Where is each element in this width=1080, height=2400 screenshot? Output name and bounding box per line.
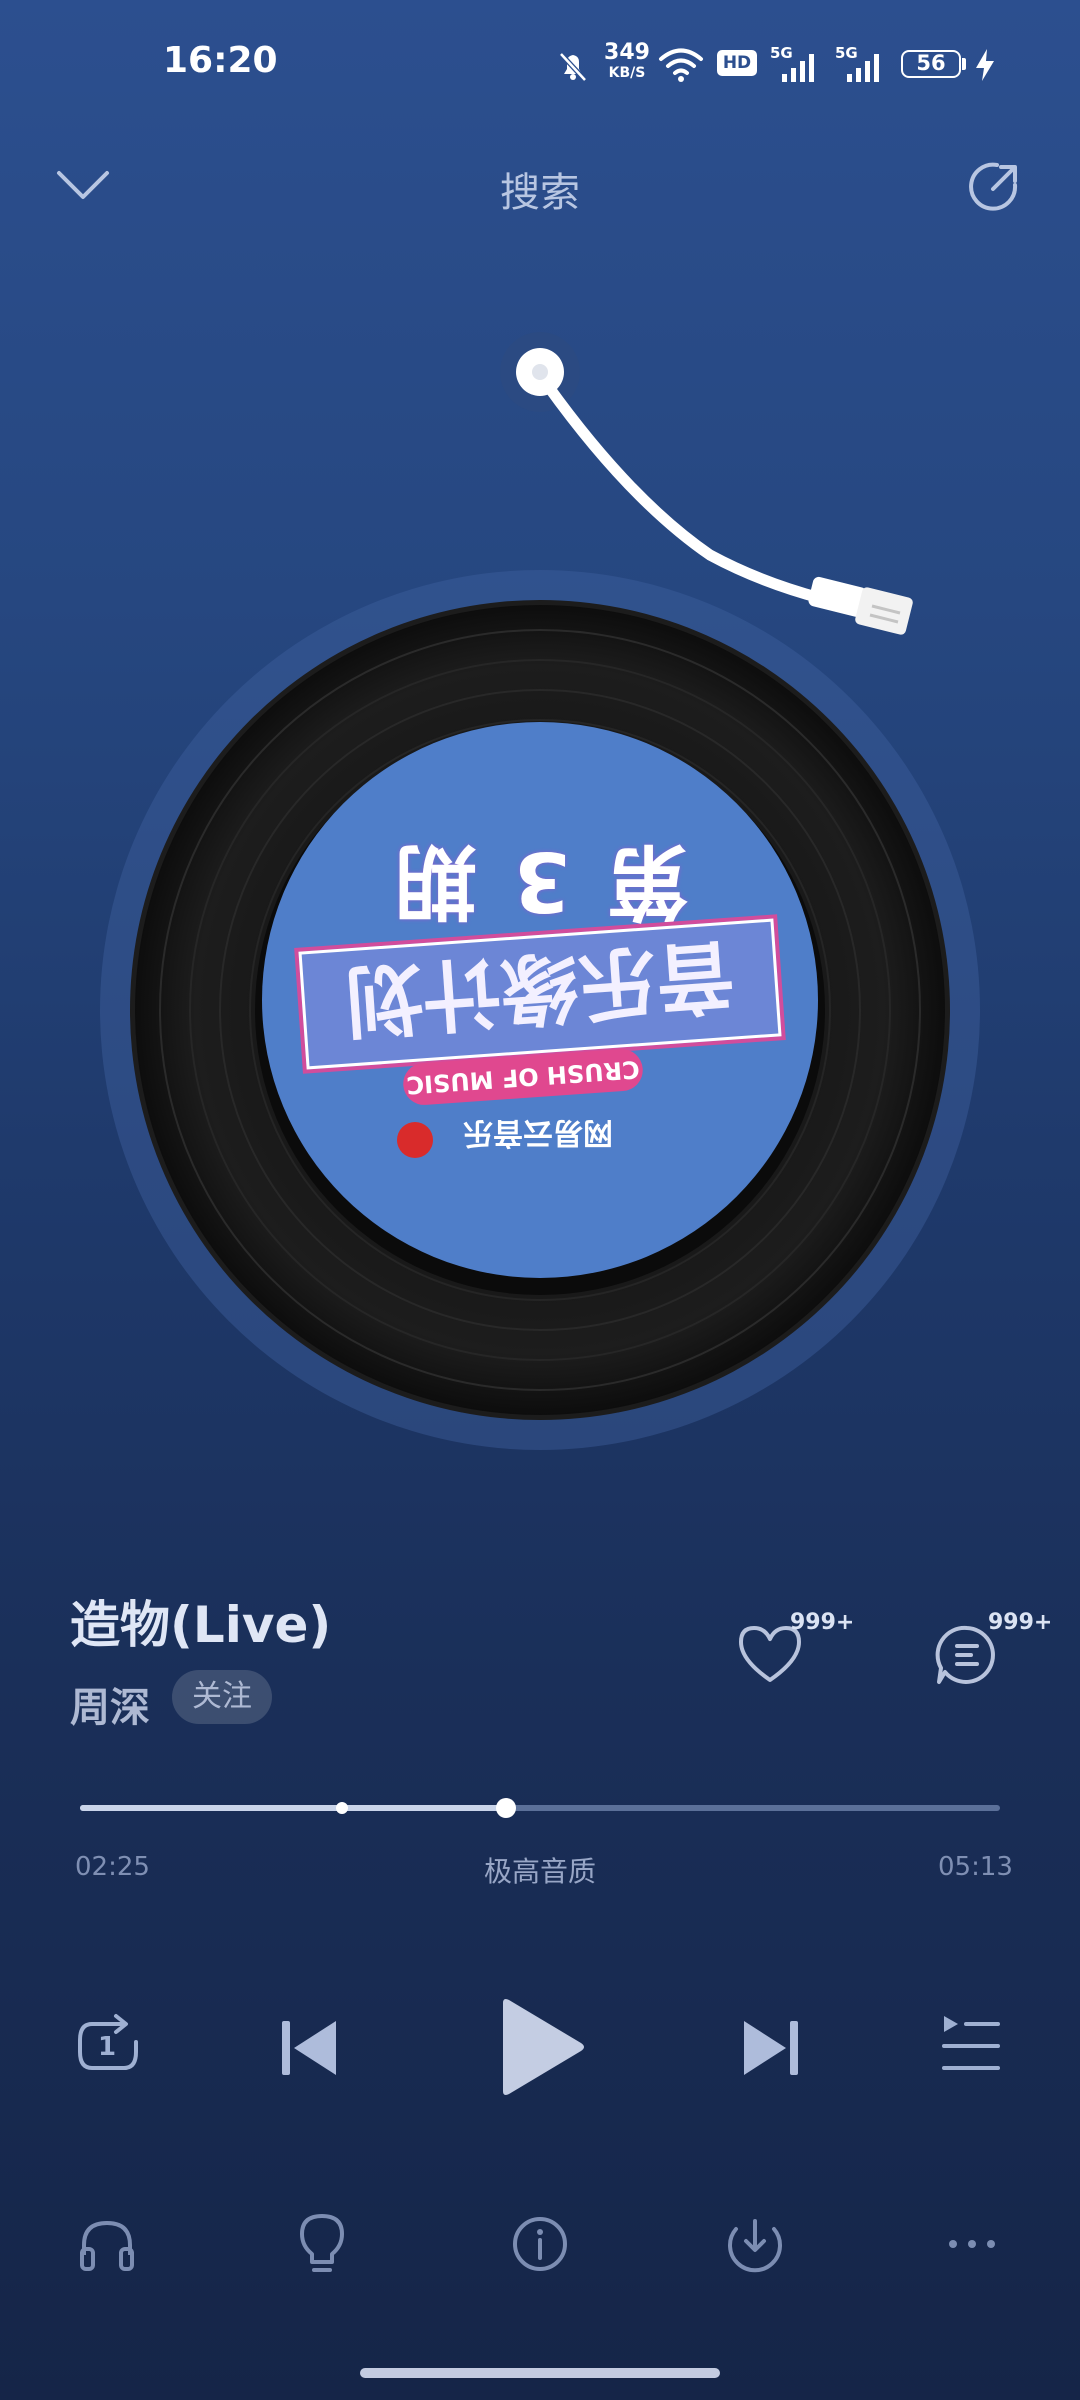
network-speed: 349 KB/S xyxy=(602,40,652,81)
netease-logo-icon xyxy=(397,1122,433,1158)
network-speed-value: 349 xyxy=(604,40,650,65)
progress-fill xyxy=(80,1805,506,1811)
status-icons: 349 KB/S HD 5G 5G 56 xyxy=(550,40,1010,94)
total-time: 05:13 xyxy=(938,1852,1013,1882)
headphones-icon[interactable] xyxy=(78,2215,136,2273)
signal-icon-1: 5G xyxy=(770,44,820,84)
comment-count: 999+ xyxy=(988,1610,1053,1635)
progress-bar[interactable] xyxy=(80,1798,1000,1818)
home-indicator[interactable] xyxy=(360,2368,720,2378)
quality-label[interactable]: 极高音质 xyxy=(440,1850,640,1890)
song-title: 造物(Live) xyxy=(70,1596,332,1654)
more-icon[interactable] xyxy=(947,2236,997,2252)
album-cover: 第 3 期 音乐缘计划 CRUSH OF MUSIC 网易云音乐 xyxy=(262,722,818,1278)
share-icon[interactable] xyxy=(963,155,1027,219)
info-icon[interactable] xyxy=(511,2215,569,2273)
battery-tip xyxy=(962,58,966,70)
chevron-down-icon[interactable] xyxy=(55,165,111,205)
battery-icon: 56 xyxy=(901,50,961,78)
battery-level: 56 xyxy=(916,51,946,75)
tonearm xyxy=(500,332,913,635)
elapsed-time: 02:25 xyxy=(75,1852,150,1882)
repeat-one-button[interactable]: 1 xyxy=(72,2010,144,2082)
progress-marker xyxy=(336,1802,349,1814)
like-button[interactable]: 999+ xyxy=(735,1610,855,1690)
play-icon[interactable] xyxy=(495,1995,587,2099)
playlist-icon[interactable] xyxy=(940,2012,1002,2078)
progress-knob[interactable] xyxy=(495,1798,516,1818)
status-time: 16:20 xyxy=(163,40,278,81)
next-icon[interactable] xyxy=(740,2015,800,2081)
hd-icon: HD xyxy=(717,50,757,76)
charging-icon xyxy=(976,49,994,81)
album-label-brand: 网易云音乐 xyxy=(463,1115,613,1150)
signal-icon-2: 5G xyxy=(835,44,885,84)
network-speed-unit: KB/S xyxy=(608,65,646,81)
wifi-icon xyxy=(659,48,703,82)
search-title[interactable]: 搜索 xyxy=(390,160,690,218)
follow-button[interactable]: 关注 xyxy=(172,1670,272,1724)
mute-bell-icon xyxy=(559,52,587,82)
comment-button[interactable]: 999+ xyxy=(933,1610,1053,1690)
artist-name[interactable]: 周深 xyxy=(70,1675,150,1733)
repeat-one-badge: 1 xyxy=(98,2032,117,2062)
download-icon[interactable] xyxy=(726,2215,784,2273)
like-count: 999+ xyxy=(790,1610,855,1635)
previous-icon[interactable] xyxy=(280,2015,340,2081)
hd-label: HD xyxy=(722,53,752,73)
lightbulb-icon[interactable] xyxy=(296,2212,348,2276)
